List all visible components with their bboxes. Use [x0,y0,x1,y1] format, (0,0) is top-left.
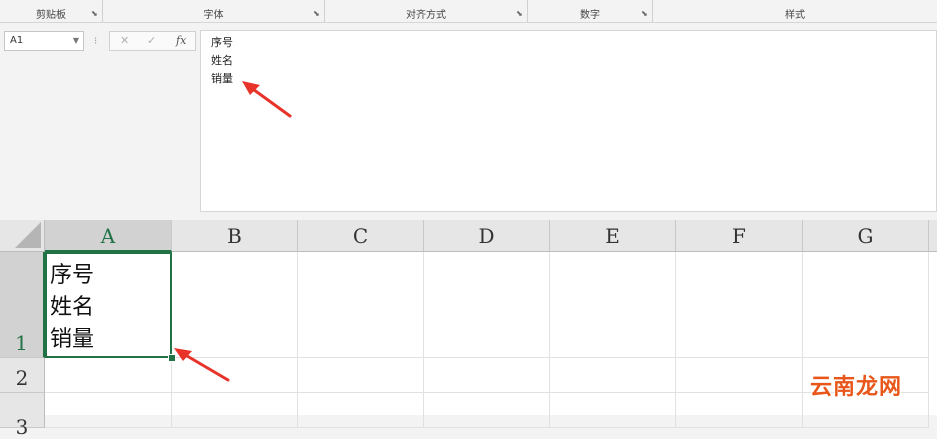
cell-d3[interactable] [424,393,550,428]
watermark: 云南龙网 [809,375,902,400]
row-number: 2 [15,366,29,390]
cell-g1[interactable] [803,252,929,358]
ribbon-group-styles: 样式 [653,0,937,22]
cell-c1[interactable] [298,252,424,358]
formula-line: 销量 [211,72,233,85]
ribbon-group-number: 数字 ⬊ [528,0,653,22]
formula-bar-area: A1 ▼ ⁝ ✕ ✓ fx 序号 姓名 销量 [0,23,937,213]
formula-input[interactable]: 序号 姓名 销量 [200,30,937,212]
name-box-value: A1 [10,35,24,46]
cell-c3[interactable] [298,393,424,428]
cell-b1[interactable] [172,252,298,358]
dialog-launcher-icon[interactable]: ⬊ [516,10,524,18]
cell-a3[interactable] [45,393,172,428]
cell-a2[interactable] [45,358,172,393]
row-header-1[interactable]: 1 [0,252,45,358]
chevron-down-icon[interactable]: ▼ [73,32,79,50]
cell-line: 销量 [50,327,95,352]
cell-f1[interactable] [676,252,803,358]
ribbon-group-label: 字体 [203,10,224,21]
cell-f3[interactable] [676,393,803,428]
column-header-b[interactable]: B [172,220,298,252]
select-all-button[interactable] [0,220,45,252]
cell-e3[interactable] [550,393,676,428]
cell-a1[interactable]: 序号 姓名 销量 [45,252,172,358]
column-header-a[interactable]: A [45,220,172,252]
dialog-launcher-icon[interactable]: ⬊ [91,10,99,18]
worksheet-grid: A B C D E F G 1 2 3 序号 姓名 销量 [0,220,937,439]
cell-f2[interactable] [676,358,803,393]
cancel-icon[interactable]: ✕ [120,34,129,47]
ribbon-group-alignment: 对齐方式 ⬊ [325,0,528,22]
cell-d1[interactable] [424,252,550,358]
cell-e2[interactable] [550,358,676,393]
row-header-2[interactable]: 2 [0,358,45,393]
dialog-launcher-icon[interactable]: ⬊ [641,10,649,18]
ribbon-group-label: 数字 [580,10,600,21]
ribbon-group-font: 字体 ⬊ [103,0,325,22]
ribbon-group-label: 样式 [785,10,805,21]
formula-line: 序号 [211,36,233,49]
dialog-launcher-icon[interactable]: ⬊ [313,10,321,18]
drag-handle-icon[interactable]: ⁝ [94,36,97,47]
row-number: 3 [15,415,29,439]
column-header-f[interactable]: F [676,220,803,252]
enter-icon[interactable]: ✓ [147,34,156,47]
column-header-c[interactable]: C [298,220,424,252]
cell-line: 序号 [50,263,95,288]
cell-d2[interactable] [424,358,550,393]
cell-e1[interactable] [550,252,676,358]
column-header-partial[interactable] [929,220,937,252]
name-box[interactable]: A1 ▼ [4,31,84,51]
formula-line: 姓名 [211,54,233,67]
arrow-annotation-formula-icon [242,81,292,118]
cell-c2[interactable] [298,358,424,393]
column-header-d[interactable]: D [424,220,550,252]
ribbon-group-clipboard: 剪贴板 ⬊ [0,0,103,22]
insert-function-icon[interactable]: fx [176,34,186,47]
column-header-g[interactable]: G [803,220,929,252]
ribbon-group-bar: 剪贴板 ⬊ 字体 ⬊ 对齐方式 ⬊ 数字 ⬊ 样式 [0,0,937,23]
select-all-triangle-icon [15,222,41,248]
arrow-annotation-cell-icon [174,348,230,382]
formula-buttons: ✕ ✓ fx [109,31,196,51]
row-number: 1 [15,331,28,355]
ribbon-group-label: 对齐方式 [406,10,446,21]
cell-b3[interactable] [172,393,298,428]
row-header-3[interactable]: 3 [0,393,45,439]
cell-line: 姓名 [50,295,95,320]
column-header-e[interactable]: E [550,220,676,252]
ribbon-group-label: 剪贴板 [36,10,66,21]
